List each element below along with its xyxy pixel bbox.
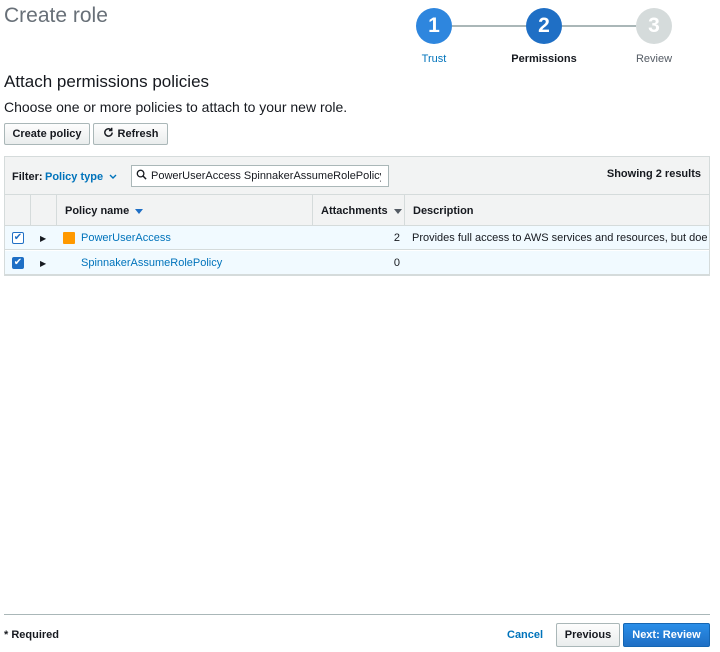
attachments-header-label: Attachments bbox=[321, 204, 388, 217]
section-title: Attach permissions policies bbox=[4, 72, 210, 91]
policy-description bbox=[412, 251, 708, 275]
next-review-label: Next: Review bbox=[632, 629, 701, 641]
checkmark-icon: ✔ bbox=[12, 232, 24, 244]
step-2-circle: 2 bbox=[526, 8, 562, 44]
aws-managed-policy-icon bbox=[63, 232, 75, 244]
sort-caret-down-icon bbox=[135, 205, 144, 217]
chevron-down-icon bbox=[109, 171, 117, 183]
table-row[interactable]: ✔ ▶ SpinnakerAssumeRolePolicy 0 bbox=[5, 251, 709, 275]
policies-table: Filter: Policy type Showing 2 results Po… bbox=[4, 156, 710, 276]
previous-label: Previous bbox=[564, 629, 612, 641]
sort-caret-down-icon bbox=[393, 205, 402, 217]
step-trust-link[interactable]: Trust bbox=[384, 53, 484, 65]
checkmark-icon: ✔ bbox=[12, 257, 24, 269]
results-count: Showing 2 results bbox=[606, 168, 701, 180]
section-subtitle: Choose one or more policies to attach to… bbox=[4, 99, 348, 115]
cancel-link[interactable]: Cancel bbox=[507, 629, 543, 641]
previous-button[interactable]: Previous bbox=[556, 623, 620, 647]
row-checkbox[interactable]: ✔ bbox=[12, 226, 24, 250]
policy-name-header-label: Policy name bbox=[65, 204, 130, 217]
create-policy-button[interactable]: Create policy bbox=[4, 123, 90, 145]
refresh-icon bbox=[103, 127, 114, 141]
search-input[interactable] bbox=[151, 170, 381, 182]
attachments-count: 0 bbox=[393, 257, 400, 269]
step-review-label: Review bbox=[635, 53, 673, 65]
policy-name-column-header[interactable]: Policy name bbox=[56, 195, 312, 226]
policy-type-dropdown[interactable]: Policy type bbox=[45, 171, 117, 183]
search-box[interactable] bbox=[131, 165, 389, 187]
create-policy-label: Create policy bbox=[12, 128, 82, 140]
expand-column-header bbox=[30, 195, 56, 226]
row-checkbox[interactable]: ✔ bbox=[12, 251, 24, 275]
stepper-line bbox=[452, 25, 526, 27]
policy-name-link[interactable]: SpinnakerAssumeRolePolicy bbox=[81, 257, 222, 269]
footer-divider bbox=[4, 614, 710, 615]
policy-name-link[interactable]: PowerUserAccess bbox=[81, 232, 171, 244]
description-column-header: Description bbox=[404, 195, 709, 226]
caret-right-icon: ▶ bbox=[40, 233, 47, 243]
filter-bar: Filter: Policy type Showing 2 results bbox=[5, 157, 709, 195]
search-icon bbox=[136, 167, 147, 185]
attachments-count: 2 bbox=[393, 232, 400, 244]
description-header-label: Description bbox=[413, 204, 474, 217]
wizard-stepper: 1 2 3 Trust Permissions Review bbox=[0, 0, 720, 70]
attachments-column-header[interactable]: Attachments bbox=[312, 195, 404, 226]
refresh-label: Refresh bbox=[117, 128, 159, 140]
required-note: * Required bbox=[4, 629, 60, 641]
next-review-button[interactable]: Next: Review bbox=[623, 623, 710, 647]
expand-row-toggle[interactable]: ▶ bbox=[40, 226, 46, 250]
refresh-button[interactable]: Refresh bbox=[93, 123, 168, 145]
table-row[interactable]: ✔ ▶ PowerUserAccess 2 Provides full acce… bbox=[5, 226, 709, 250]
caret-right-icon: ▶ bbox=[40, 258, 47, 268]
policy-type-label: Policy type bbox=[45, 171, 104, 183]
table-header: Policy name Attachments Description bbox=[5, 195, 709, 226]
expand-row-toggle[interactable]: ▶ bbox=[40, 251, 46, 275]
select-column-header bbox=[5, 195, 30, 226]
stepper-line bbox=[562, 25, 636, 27]
step-permissions-label: Permissions bbox=[511, 53, 577, 65]
policy-description: Provides full access to AWS services and… bbox=[412, 232, 708, 244]
step-3-circle: 3 bbox=[636, 8, 672, 44]
filter-label: Filter: bbox=[12, 171, 43, 183]
step-1-circle[interactable]: 1 bbox=[416, 8, 452, 44]
